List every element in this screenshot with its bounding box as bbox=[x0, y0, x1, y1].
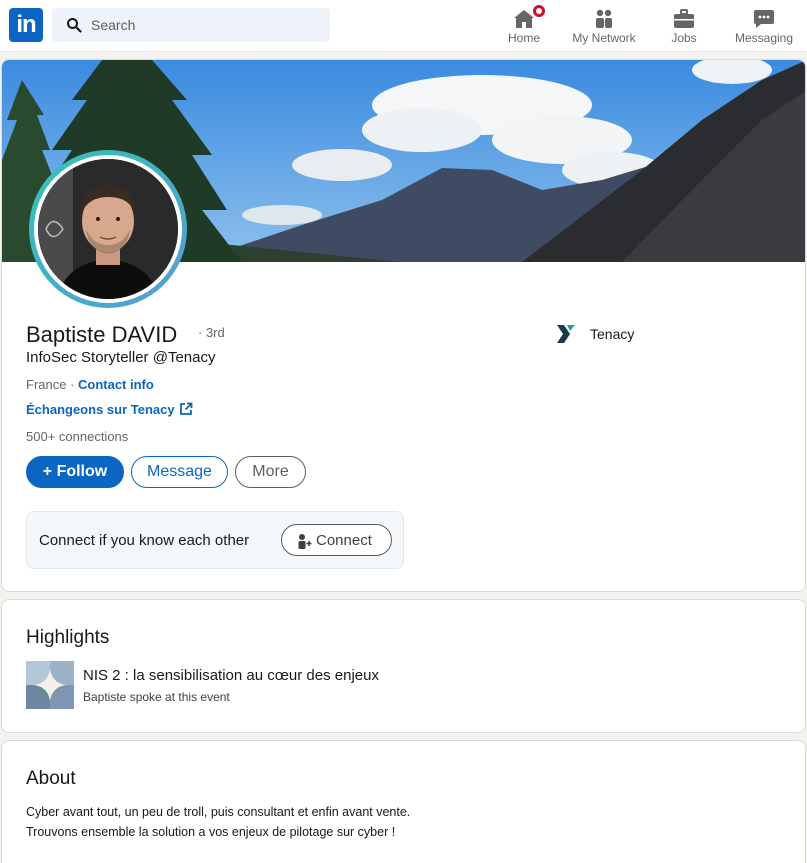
connect-button-label: Connect bbox=[316, 532, 372, 549]
about-card: About Cyber avant tout, un peu de troll,… bbox=[1, 740, 806, 863]
linkedin-logo[interactable]: in bbox=[9, 8, 43, 42]
nav-messaging[interactable]: Messaging bbox=[724, 4, 804, 48]
nav-jobs[interactable]: Jobs bbox=[644, 4, 724, 48]
company-name: Tenacy bbox=[590, 326, 635, 342]
search-bar[interactable]: Search bbox=[52, 8, 330, 42]
tenacy-logo-icon bbox=[557, 325, 575, 343]
connection-degree: · 3rd bbox=[198, 325, 225, 340]
plus-icon: + bbox=[42, 463, 57, 480]
connect-prompt-text: Connect if you know each other bbox=[39, 532, 250, 549]
highlights-title: Highlights bbox=[26, 627, 110, 648]
add-person-icon bbox=[298, 534, 312, 549]
event-thumbnail[interactable] bbox=[26, 661, 74, 709]
connect-button[interactable]: Connect bbox=[281, 524, 392, 556]
network-icon bbox=[596, 9, 612, 28]
profile-location: France · bbox=[26, 377, 75, 392]
message-button[interactable]: Message bbox=[131, 456, 228, 488]
nav-my-network[interactable]: My Network bbox=[564, 4, 644, 48]
contact-info-link[interactable]: Contact info bbox=[78, 377, 154, 392]
notification-badge bbox=[531, 3, 547, 19]
nav-home-label: Home bbox=[507, 31, 540, 45]
profile-name: Baptiste DAVID bbox=[26, 322, 178, 347]
event-title[interactable]: NIS 2 : la sensibilisation au cœur des e… bbox=[83, 667, 379, 684]
follow-button[interactable]: + Follow bbox=[26, 456, 124, 488]
profile-headline: InfoSec Storyteller @Tenacy bbox=[26, 349, 216, 366]
website-link[interactable]: Échangeons sur Tenacy bbox=[26, 402, 193, 417]
website-link-label: Échangeons sur Tenacy bbox=[26, 402, 175, 417]
connections-count: 500+ connections bbox=[26, 429, 129, 444]
external-link-icon bbox=[179, 402, 192, 415]
event-subtitle: Baptiste spoke at this event bbox=[83, 690, 230, 704]
about-line-1: Cyber avant tout, un peu de troll, puis … bbox=[26, 805, 411, 819]
about-line-2: Trouvons ensemble la solution a vos enje… bbox=[26, 825, 396, 839]
follow-button-label: Follow bbox=[56, 463, 108, 480]
nav-jobs-label: Jobs bbox=[671, 31, 697, 45]
about-title: About bbox=[26, 768, 76, 789]
connect-prompt-box: Connect if you know each other Connect bbox=[26, 511, 404, 569]
nav-my-network-label: My Network bbox=[572, 31, 636, 45]
event-thumbnail-image bbox=[26, 661, 74, 709]
top-nav: in Search Home My Network Jobs Messaging bbox=[0, 0, 807, 52]
search-icon bbox=[67, 18, 82, 33]
messaging-icon bbox=[754, 10, 774, 28]
nav-home[interactable]: Home bbox=[484, 3, 564, 48]
search-placeholder: Search bbox=[91, 17, 136, 33]
highlights-card: Highlights NIS 2 : la sensibilisation au… bbox=[1, 599, 806, 733]
avatar-photo bbox=[38, 159, 178, 299]
nav-messaging-label: Messaging bbox=[734, 31, 794, 45]
more-button[interactable]: More bbox=[235, 456, 306, 488]
avatar bbox=[34, 155, 182, 303]
profile-card: Baptiste DAVID · 3rd InfoSec Storyteller… bbox=[1, 59, 806, 592]
profile-avatar-ring[interactable] bbox=[29, 150, 187, 308]
briefcase-icon bbox=[674, 9, 694, 28]
